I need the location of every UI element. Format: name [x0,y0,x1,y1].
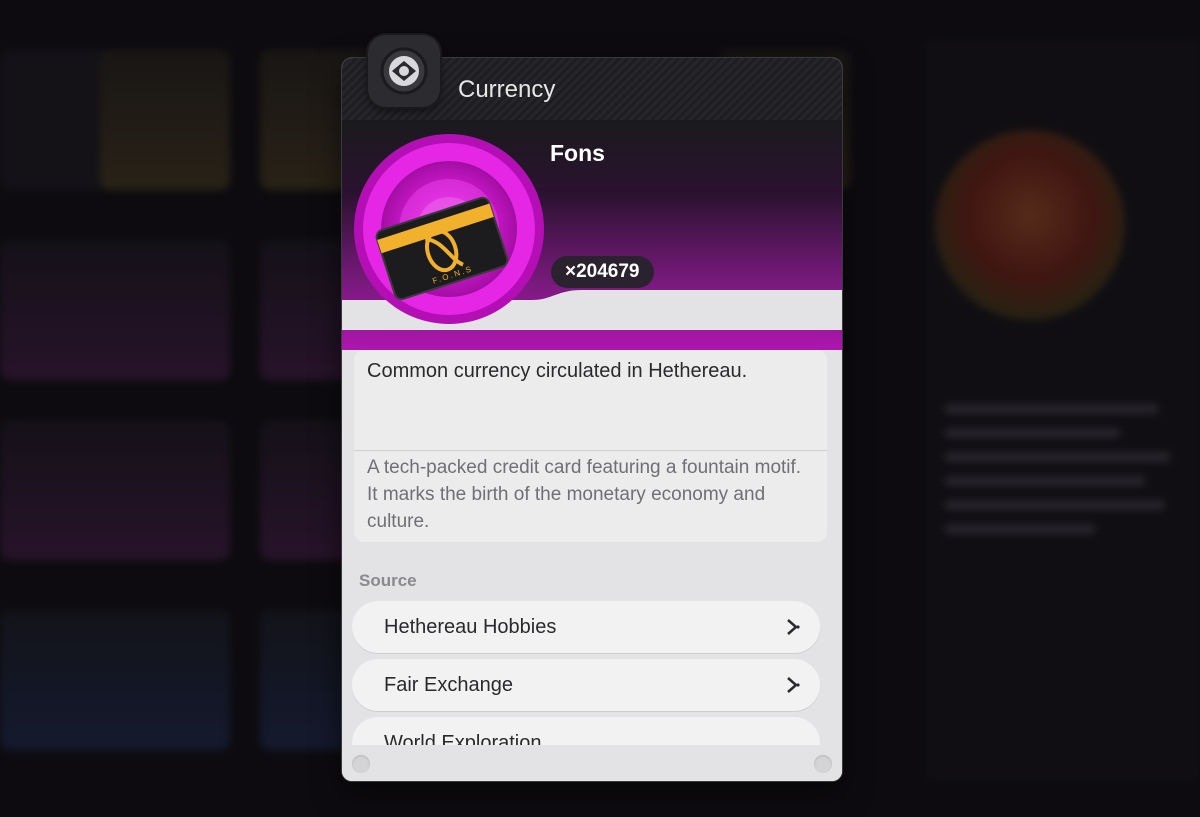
chevron-right-icon [787,677,800,693]
fons-coin-icon: F.O.N.S [354,134,544,324]
popup-footer [342,746,842,781]
source-item-fair-exchange[interactable]: Fair Exchange [352,659,820,711]
corner-dot [814,755,832,773]
item-quantity: ×204679 [551,256,654,288]
item-description: Common currency circulated in Hethereau. [367,360,748,382]
popup-title: Currency [458,76,556,103]
divider [354,450,827,451]
corner-dot [352,755,370,773]
source-item-label: World Exploration [384,732,542,745]
currency-badge-icon [368,35,440,107]
item-lore: A tech-packed credit card featuring a fo… [367,457,802,532]
source-heading: Source [359,571,417,590]
chevron-right-icon [787,619,800,635]
item-name: Fons [550,140,605,166]
source-item-world-exploration[interactable]: World Exploration [352,717,820,745]
description-card: Common currency circulated in Hethereau.… [354,350,827,542]
source-item-label: Hethereau Hobbies [384,616,557,638]
source-item-hethereau-hobbies[interactable]: Hethereau Hobbies [352,601,820,653]
source-item-label: Fair Exchange [384,674,513,696]
source-list[interactable]: Hethereau Hobbies Fair Exchange World Ex… [352,601,822,745]
